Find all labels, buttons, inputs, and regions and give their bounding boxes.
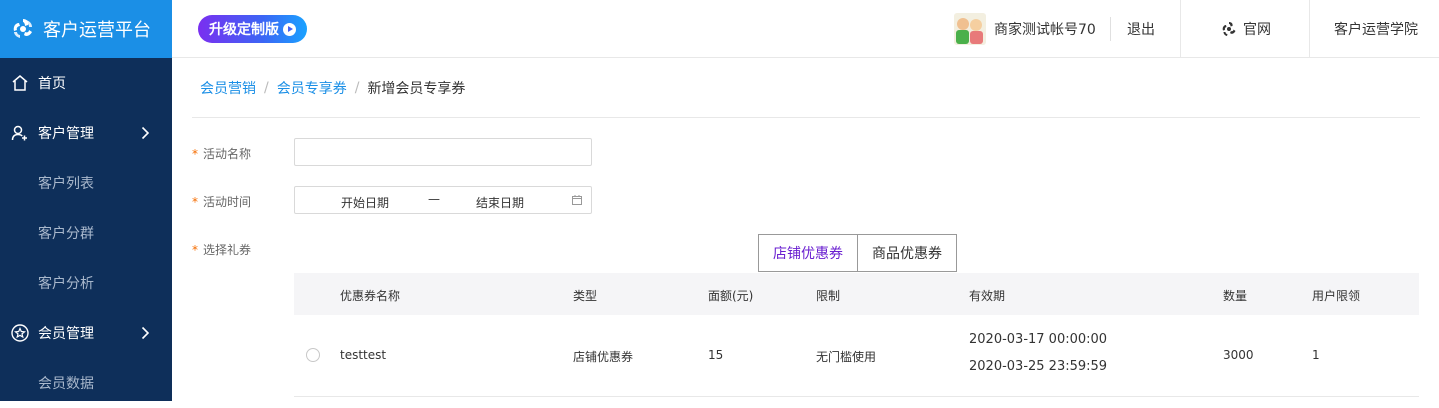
play-icon — [283, 22, 296, 36]
sidebar-item-label: 首页 — [38, 76, 66, 92]
activity-name-input[interactable] — [294, 138, 592, 166]
coupon-amount: 15 — [708, 348, 724, 362]
start-date-placeholder[interactable]: 开始日期 — [341, 194, 389, 211]
tab-label: 商品优惠券 — [872, 246, 942, 262]
activity-time-label-text: 活动时间 — [203, 195, 252, 209]
table-row[interactable]: testtest 店铺优惠券 15 无门槛使用 2020-03-17 00:00… — [294, 315, 1419, 397]
sidebar-item-customer-management[interactable]: 客户管理 — [0, 108, 172, 158]
coupon-type: 店铺优惠券 — [573, 350, 634, 364]
upgrade-label: 升级定制版 — [209, 22, 279, 38]
sidebar-item-label: 客户分群 — [38, 226, 94, 242]
column-header: 有效期 — [969, 289, 1006, 303]
account-menu[interactable]: 商家测试帐号70 — [954, 0, 1096, 58]
coupon-quantity: 3000 — [1223, 348, 1254, 362]
sidebar-item-label: 会员数据 — [38, 376, 94, 392]
upgrade-button[interactable]: 升级定制版 — [198, 15, 307, 43]
sidebar-item-customer-list[interactable]: 客户列表 — [0, 158, 172, 208]
site-icon — [1222, 22, 1236, 36]
official-site-link[interactable]: 官网 — [1221, 0, 1271, 58]
breadcrumb-current: 新增会员专享券 — [367, 81, 466, 97]
logo-area[interactable]: 客户运营平台 — [0, 0, 172, 58]
app-title: 客户运营平台 — [43, 20, 151, 41]
logout-label: 退出 — [1127, 22, 1155, 38]
avatar — [954, 13, 986, 45]
tab-store-coupon[interactable]: 店铺优惠券 — [758, 234, 858, 272]
header-divider — [1309, 0, 1310, 58]
header-divider — [1180, 0, 1181, 58]
activity-time-label: * 活动时间 — [192, 193, 251, 210]
valid-to: 2020-03-25 23:59:59 — [969, 359, 1108, 374]
column-header: 数量 — [1223, 289, 1248, 303]
tab-label: 店铺优惠券 — [773, 246, 843, 262]
activity-name-label: * 活动名称 — [192, 145, 251, 162]
breadcrumb: 会员营销 / 会员专享券 / 新增会员专享券 — [200, 78, 465, 98]
header-divider — [1110, 17, 1111, 41]
sidebar: 首页 客户管理 客户列表 客户分群 客户分析 会员管理 会员数据 — [0, 58, 172, 401]
official-site-label: 官网 — [1243, 22, 1271, 38]
logo-icon — [13, 19, 32, 38]
sidebar-item-customer-groups[interactable]: 客户分群 — [0, 208, 172, 258]
account-name: 商家测试帐号70 — [994, 22, 1096, 38]
home-icon — [12, 75, 28, 91]
column-header: 用户限领 — [1312, 289, 1361, 303]
select-coupon-label: * 选择礼券 — [192, 241, 251, 258]
per-user-limit: 1 — [1312, 348, 1320, 362]
sidebar-item-home[interactable]: 首页 — [0, 58, 172, 108]
breadcrumb-member-marketing[interactable]: 会员营销 — [200, 78, 256, 98]
activity-name-label-text: 活动名称 — [203, 147, 252, 161]
select-coupon-label-text: 选择礼券 — [203, 243, 252, 257]
required-mark: * — [192, 243, 198, 257]
sidebar-item-label: 客户列表 — [38, 176, 94, 192]
valid-from: 2020-03-17 00:00:00 — [969, 332, 1108, 347]
calendar-icon — [572, 195, 582, 205]
sidebar-item-label: 会员管理 — [38, 326, 94, 342]
top-header: 客户运营平台 升级定制版 商家测试帐号70 退出 官网 客户运营学院 — [0, 0, 1439, 58]
column-header: 类型 — [573, 289, 598, 303]
breadcrumb-divider — [192, 117, 1420, 118]
breadcrumb-member-coupon[interactable]: 会员专享券 — [277, 78, 347, 98]
academy-link[interactable]: 客户运营学院 — [1334, 0, 1418, 58]
coupon-name: testtest — [340, 348, 387, 362]
sidebar-item-member-management[interactable]: 会员管理 — [0, 308, 172, 358]
coupon-table-header: 优惠券名称 类型 面额(元) 限制 有效期 数量 用户限领 — [294, 273, 1419, 315]
column-header: 限制 — [816, 289, 841, 303]
end-date-placeholder[interactable]: 结束日期 — [476, 194, 524, 211]
column-header: 面额(元) — [708, 289, 754, 303]
sidebar-item-label: 客户分析 — [38, 276, 94, 292]
breadcrumb-separator: / — [354, 80, 360, 96]
chevron-right-icon — [141, 126, 150, 140]
coupon-radio[interactable] — [306, 348, 320, 362]
required-mark: * — [192, 147, 198, 161]
star-icon — [11, 324, 29, 342]
date-range-picker[interactable]: 开始日期 — 结束日期 — [294, 186, 592, 214]
range-separator: — — [428, 192, 440, 206]
breadcrumb-separator: / — [264, 80, 269, 96]
academy-label: 客户运营学院 — [1334, 22, 1418, 38]
column-header: 优惠券名称 — [340, 289, 401, 303]
coupon-limit: 无门槛使用 — [816, 350, 877, 364]
customer-icon — [11, 125, 27, 141]
sidebar-item-customer-analysis[interactable]: 客户分析 — [0, 258, 172, 308]
logout-link[interactable]: 退出 — [1127, 0, 1155, 58]
chevron-right-icon — [141, 326, 150, 340]
required-mark: * — [192, 195, 198, 209]
sidebar-item-label: 客户管理 — [38, 126, 94, 142]
tab-product-coupon[interactable]: 商品优惠券 — [857, 234, 957, 272]
